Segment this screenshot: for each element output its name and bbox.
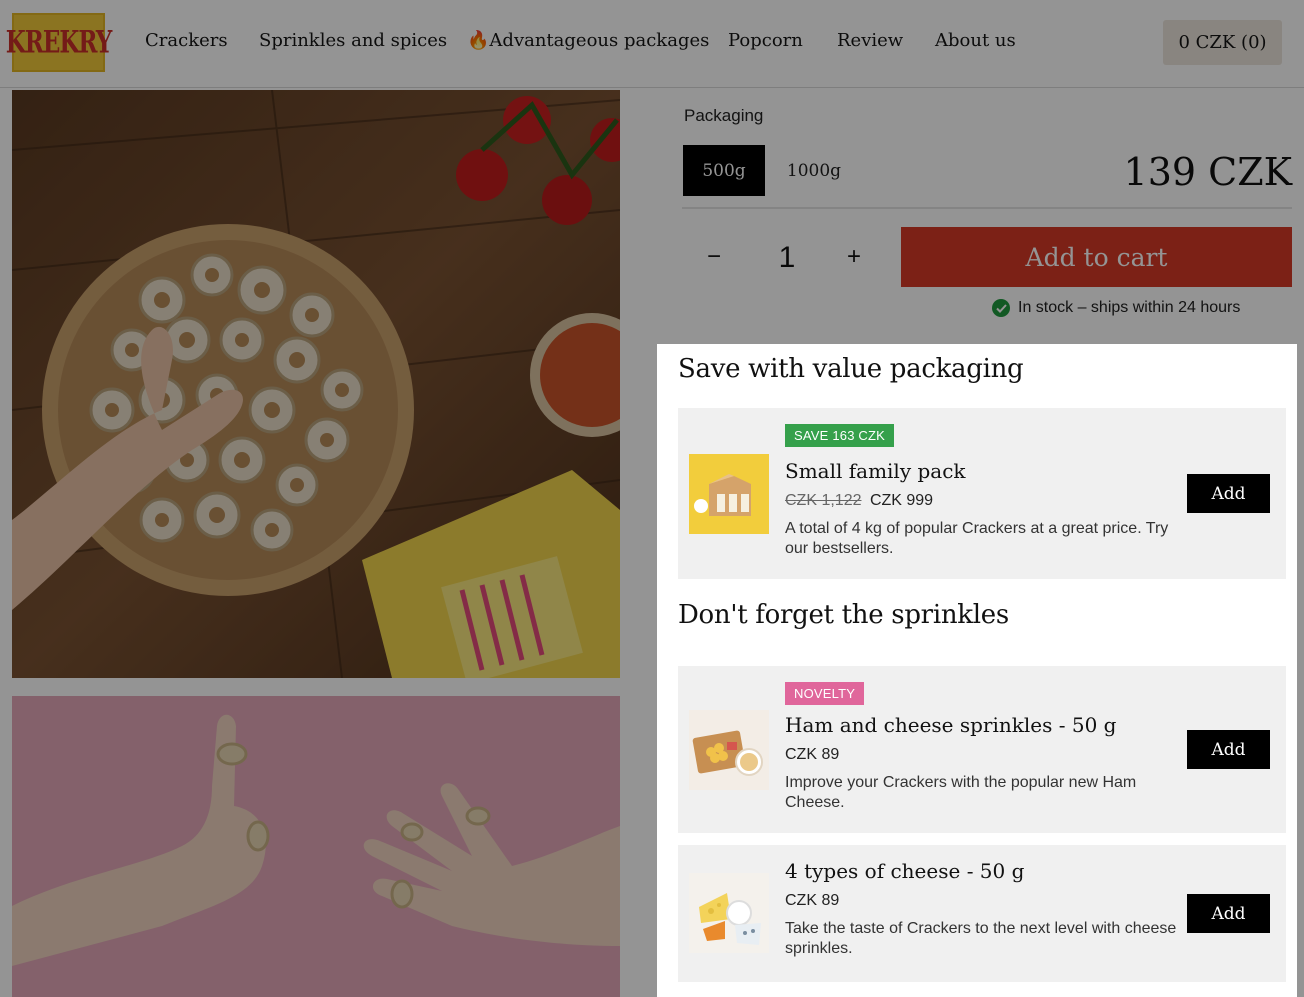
current-price: CZK 999	[869, 492, 934, 509]
four-cheese-thumbnail	[689, 873, 769, 953]
card-price: CZK 1,122 CZK 999	[785, 492, 1180, 510]
ham-and-cheese-thumbnail	[689, 710, 769, 790]
card-description: Improve your Crackers with the popular n…	[785, 774, 1137, 811]
add-4-types-of-cheese-button[interactable]: Add	[1187, 894, 1270, 933]
old-price: CZK 1,122	[785, 492, 862, 509]
save-badge: SAVE 163 CZK	[785, 424, 895, 447]
card-body: NOVELTY Ham and cheese sprinkles - 50 g …	[785, 682, 1180, 813]
add-small-family-pack-button[interactable]: Add	[1187, 474, 1270, 513]
card-price: CZK 89	[785, 746, 840, 763]
novelty-badge: NOVELTY	[785, 682, 865, 705]
card-description: A total of 4 kg of popular Crackers at a…	[785, 520, 1169, 557]
upsell-panel: Save with value packaging SAVE 163 CZK S…	[657, 344, 1297, 997]
sprinkles-title: Don't forget the sprinkles	[678, 600, 1009, 630]
upsell-card-4-types-of-cheese: 4 types of cheese - 50 g CZK 89 Take the…	[678, 845, 1286, 982]
value-packaging-title: Save with value packaging	[678, 354, 1024, 384]
add-ham-and-cheese-button[interactable]: Add	[1187, 730, 1270, 769]
small-family-pack-thumbnail	[689, 454, 769, 534]
card-price: CZK 89	[785, 892, 840, 909]
card-body: 4 types of cheese - 50 g CZK 89 Take the…	[785, 859, 1180, 959]
card-name[interactable]: 4 types of cheese - 50 g	[785, 859, 1180, 883]
upsell-card-ham-and-cheese: NOVELTY Ham and cheese sprinkles - 50 g …	[678, 666, 1286, 833]
upsell-card-small-family-pack: SAVE 163 CZK Small family pack CZK 1,122…	[678, 408, 1286, 579]
card-description: Take the taste of Crackers to the next l…	[785, 920, 1177, 957]
card-name[interactable]: Ham and cheese sprinkles - 50 g	[785, 713, 1180, 737]
card-body: SAVE 163 CZK Small family pack CZK 1,122…	[785, 424, 1180, 559]
card-name[interactable]: Small family pack	[785, 459, 1180, 483]
